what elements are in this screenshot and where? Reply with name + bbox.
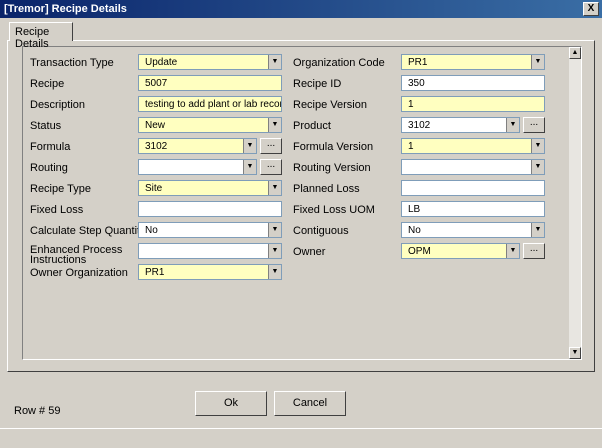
contiguous-select[interactable]: No ▼ — [401, 222, 545, 238]
chevron-up-icon: ▲ — [571, 49, 579, 56]
chevron-down-icon[interactable]: ▼ — [268, 244, 281, 258]
recipe-type-select[interactable]: Site ▼ — [138, 180, 282, 196]
row-indicator: Row # 59 — [14, 405, 61, 417]
fixed-loss-uom-value: LB — [408, 204, 421, 215]
fixed-loss-label: Fixed Loss — [30, 204, 84, 216]
calculate-step-quantity-value: No — [145, 225, 158, 236]
tab-recipe-details[interactable]: Recipe Details — [9, 22, 73, 50]
calculate-step-quantity-select[interactable]: No ▼ — [138, 222, 282, 238]
recipe-version-input[interactable]: 1 — [401, 96, 545, 112]
planned-loss-label: Planned Loss — [293, 183, 360, 195]
recipe-id-value: 350 — [408, 78, 425, 89]
status-label: Status — [30, 120, 62, 132]
recipe-value: 5007 — [145, 78, 168, 89]
transaction-type-value: Update — [145, 57, 178, 68]
owner-value: OPM — [408, 246, 431, 257]
recipe-version-value: 1 — [408, 99, 414, 110]
description-input[interactable]: testing to add plant or lab record — [138, 96, 282, 112]
enhanced-process-instructions-label: Enhanced Process Instructions — [30, 244, 123, 266]
status-bar — [0, 428, 602, 448]
recipe-input[interactable]: 5007 — [138, 75, 282, 91]
chevron-down-icon[interactable]: ▼ — [268, 181, 281, 195]
window-title: [Tremor] Recipe Details — [4, 3, 127, 15]
recipe-type-label: Recipe Type — [30, 183, 91, 195]
enhanced-process-instructions-select[interactable]: ▼ — [138, 243, 282, 259]
formula-value: 3102 — [145, 141, 168, 152]
owner-label: Owner — [293, 246, 326, 258]
chevron-down-icon[interactable]: ▼ — [531, 139, 544, 153]
calculate-step-quantity-label: Calculate Step Quantity — [30, 225, 146, 237]
owner-select[interactable]: OPM ▼ — [401, 243, 520, 259]
chevron-down-icon[interactable]: ▼ — [268, 55, 281, 69]
formula-version-select[interactable]: 1 ▼ — [401, 138, 545, 154]
planned-loss-input[interactable] — [401, 180, 545, 196]
chevron-down-icon[interactable]: ▼ — [268, 223, 281, 237]
transaction-type-select[interactable]: Update ▼ — [138, 54, 282, 70]
owner-lookup-button[interactable]: ... — [523, 243, 545, 259]
fixed-loss-input[interactable] — [138, 201, 282, 217]
ok-button[interactable]: Ok — [195, 391, 267, 416]
recipe-label: Recipe — [30, 78, 65, 90]
recipe-type-value: Site — [145, 183, 163, 194]
routing-lookup-button[interactable]: ... — [260, 159, 282, 175]
routing-select[interactable]: ▼ — [138, 159, 257, 175]
chevron-down-icon[interactable]: ▼ — [531, 223, 544, 237]
routing-version-label: Routing Version — [293, 162, 371, 174]
chevron-down-icon[interactable]: ▼ — [531, 55, 544, 69]
formula-lookup-button[interactable]: ... — [260, 138, 282, 154]
transaction-type-label: Transaction Type — [30, 57, 114, 69]
formula-label: Formula — [30, 141, 71, 153]
formula-version-value: 1 — [408, 141, 414, 152]
chevron-down-icon[interactable]: ▼ — [506, 244, 519, 258]
owner-organization-value: PR1 — [145, 267, 165, 278]
cancel-button[interactable]: Cancel — [274, 391, 346, 416]
chevron-down-icon: ▼ — [571, 349, 579, 356]
status-value: New — [145, 120, 166, 131]
description-value: testing to add plant or lab record — [145, 99, 282, 110]
recipe-id-input[interactable]: 350 — [401, 75, 545, 91]
organization-code-value: PR1 — [408, 57, 428, 68]
routing-version-select[interactable]: ▼ — [401, 159, 545, 175]
routing-label: Routing — [30, 162, 68, 174]
product-value: 3102 — [408, 120, 431, 131]
chevron-down-icon[interactable]: ▼ — [531, 160, 544, 174]
recipe-id-label: Recipe ID — [293, 78, 342, 90]
chevron-down-icon[interactable]: ▼ — [243, 160, 256, 174]
status-select[interactable]: New ▼ — [138, 117, 282, 133]
organization-code-select[interactable]: PR1 ▼ — [401, 54, 545, 70]
fixed-loss-uom-label: Fixed Loss UOM — [293, 204, 375, 216]
fixed-loss-uom-input[interactable]: LB — [401, 201, 545, 217]
product-label: Product — [293, 120, 331, 132]
close-button[interactable]: X — [583, 2, 599, 16]
owner-organization-label: Owner Organization — [30, 267, 128, 279]
contiguous-label: Contiguous — [293, 225, 349, 237]
scroll-down-button[interactable]: ▼ — [569, 347, 581, 359]
product-select[interactable]: 3102 ▼ — [401, 117, 520, 133]
formula-version-label: Formula Version — [293, 141, 374, 153]
chevron-down-icon[interactable]: ▼ — [506, 118, 519, 132]
recipe-version-label: Recipe Version — [293, 99, 367, 111]
chevron-down-icon[interactable]: ▼ — [268, 265, 281, 279]
chevron-down-icon[interactable]: ▼ — [268, 118, 281, 132]
contiguous-value: No — [408, 225, 421, 236]
product-lookup-button[interactable]: ... — [523, 117, 545, 133]
description-label: Description — [30, 99, 86, 111]
owner-organization-select[interactable]: PR1 ▼ — [138, 264, 282, 280]
close-icon: X — [587, 3, 595, 14]
title-bar: [Tremor] Recipe Details X — [0, 0, 602, 18]
chevron-down-icon[interactable]: ▼ — [243, 139, 256, 153]
vertical-scrollbar[interactable]: ▲ ▼ — [569, 47, 581, 359]
scroll-up-button[interactable]: ▲ — [569, 47, 581, 59]
organization-code-label: Organization Code — [293, 57, 385, 69]
formula-select[interactable]: 3102 ▼ — [138, 138, 257, 154]
